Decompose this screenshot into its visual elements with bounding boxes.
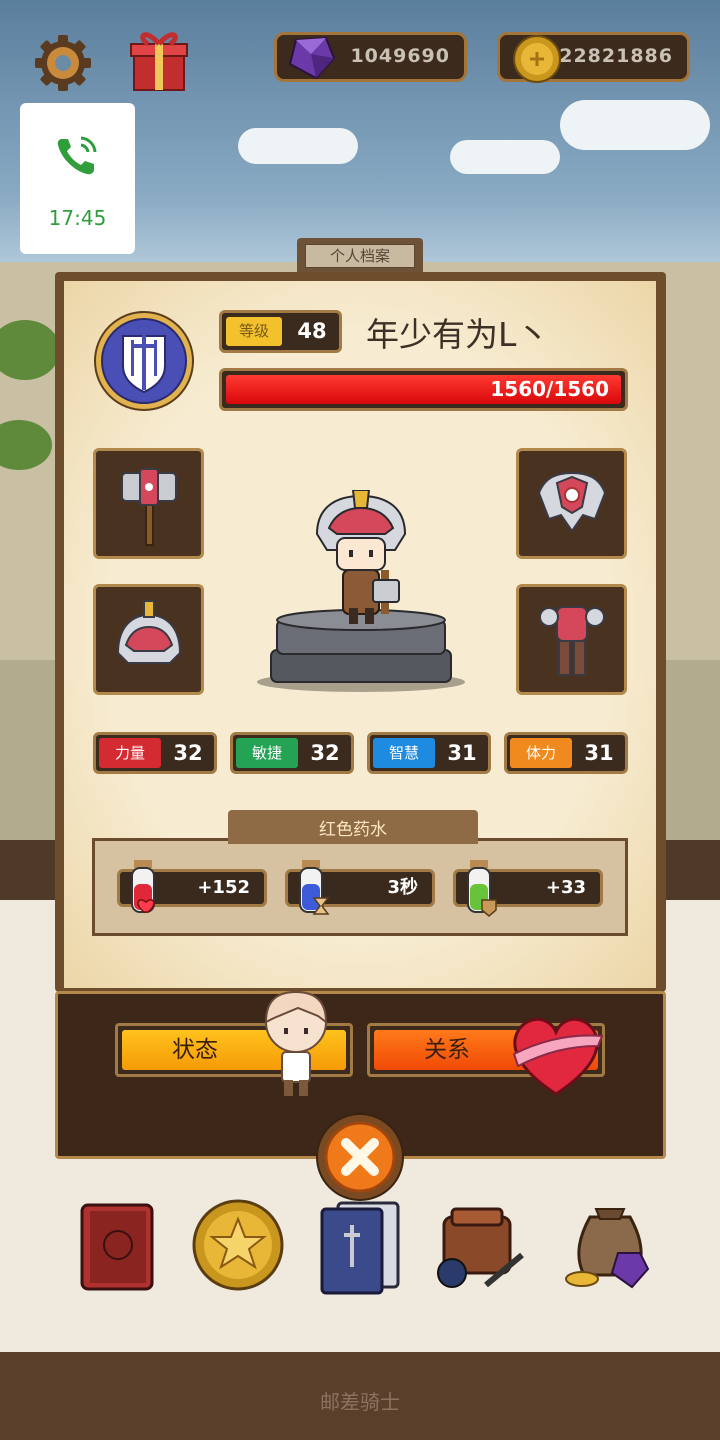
potion-heal-value: +152 [197,877,250,898]
stat-strength-label: 力量 [99,738,161,768]
gift-icon[interactable] [128,28,190,92]
profile-tab-title: 个人档案 [305,244,415,268]
stat-stamina-label: 体力 [510,738,572,768]
call-timer: 17:45 [48,206,107,230]
stat-stamina-value: 31 [584,741,614,765]
red-potion-heart-icon [131,860,155,913]
cards-icon[interactable] [310,1195,410,1295]
coin-icon [513,35,561,83]
blue-potion-hourglass-icon [299,860,330,915]
bag-icon[interactable] [430,1195,530,1295]
heart-icon [512,1017,604,1096]
level-value: 48 [297,319,327,343]
stat-agility-label: 敏捷 [236,738,298,768]
close-button[interactable] [315,1112,405,1202]
potion-time-value: 3秒 [387,877,418,898]
cloud [450,140,560,174]
star-coin-icon[interactable] [188,1195,288,1295]
stat-wisdom: 智慧 31 [367,732,491,774]
gem-count: 1049690 [350,45,450,67]
level-badge: 等级 48 [219,310,342,353]
player-name: 年少有为L丶 [366,315,550,354]
hp-bar: 1560/1560 [219,368,628,411]
call-overlay[interactable]: 17:45 [20,103,135,254]
journal-icon[interactable] [70,1195,170,1295]
shoulder-slot[interactable] [516,448,627,559]
stat-stamina: 体力 31 [504,732,628,774]
gear-icon[interactable] [33,33,93,93]
stat-wisdom-value: 31 [447,741,477,765]
helmet-slot[interactable] [93,584,204,695]
body-armor-icon [539,606,605,676]
weapon-slot[interactable] [93,448,204,559]
helmet-icon [116,600,182,664]
hammer-icon [121,468,177,546]
cloud [238,128,358,164]
potion-boost-value: +33 [545,877,586,898]
cloud [560,100,710,150]
stat-agility-value: 32 [310,741,340,765]
coin-count: 122821886 [545,45,673,67]
profile-tab: 个人档案 [297,238,423,274]
game-title-footer: 邮差骑士 [320,1390,400,1414]
shoulder-armor-icon [537,471,607,533]
gem-icon [288,36,336,80]
hero-character [257,490,465,692]
stat-strength: 力量 32 [93,732,217,774]
stat-agility: 敏捷 32 [230,732,354,774]
armor-slot[interactable] [516,584,627,695]
potion-tab: 红色药水 [228,810,478,844]
treasure-sack-icon[interactable] [560,1195,660,1295]
potion-title: 红色药水 [319,820,387,840]
phone-icon [57,136,97,175]
hp-text: 1560/1560 [490,377,609,401]
stat-strength-value: 32 [173,741,203,765]
green-potion-shield-icon [467,860,497,917]
stat-wisdom-label: 智慧 [373,738,435,768]
guild-emblem-icon[interactable] [93,310,195,412]
level-label: 等级 [226,317,282,346]
npc-girl [264,990,328,1096]
